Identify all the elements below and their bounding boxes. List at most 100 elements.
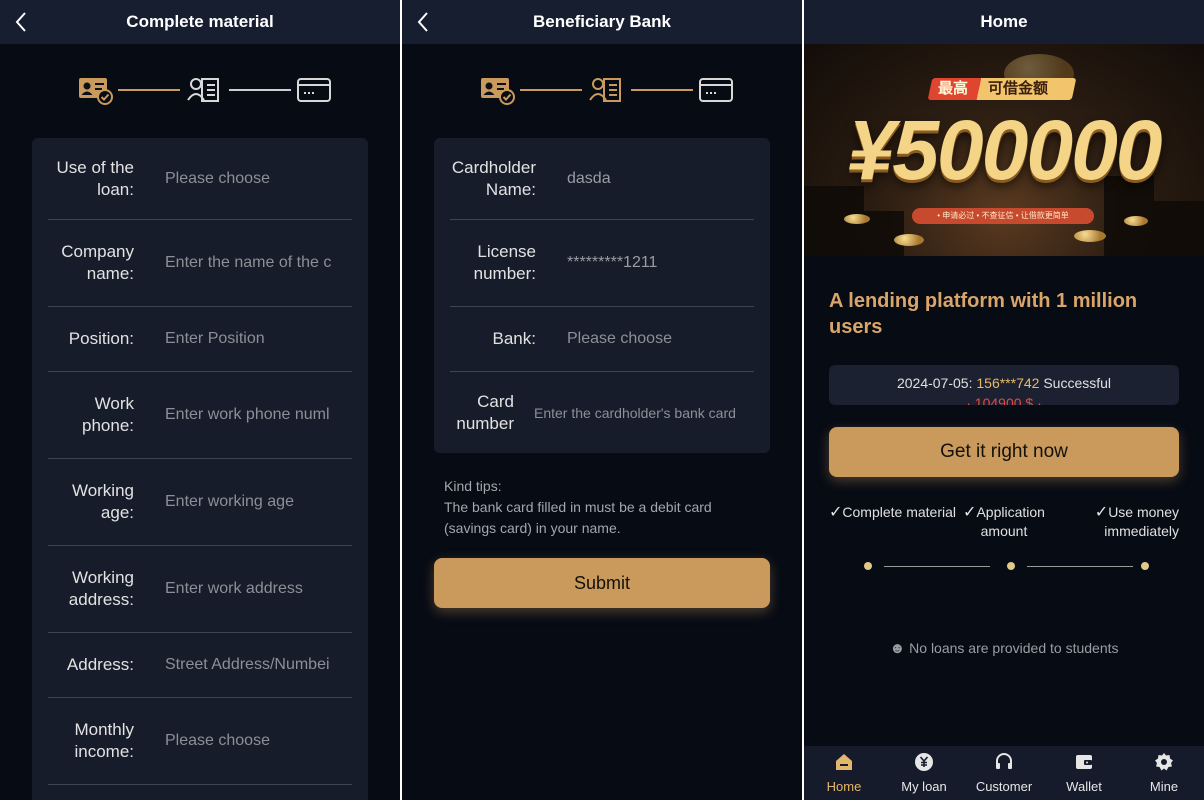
tips-title: Kind tips:	[444, 478, 502, 494]
gold-coin	[1124, 216, 1148, 226]
home-screen: Home 最高 可借金额 ¥500000 • 申请必过 • 不查征信 • 让借款…	[804, 0, 1204, 800]
banner-tag: 最高 可借金额	[927, 78, 1077, 100]
field-label: Work phone:	[82, 394, 134, 435]
field-label: Address:	[66, 655, 134, 674]
page-title: Beneficiary Bank	[533, 12, 671, 31]
form-row-license-number[interactable]: License number: *********1211	[450, 220, 754, 307]
headset-icon	[996, 753, 1012, 769]
working-age-input[interactable]: Enter working age	[165, 493, 344, 511]
bottom-tab-bar: Home My loan Customer Wallet Mine	[804, 746, 1204, 800]
form-row-cardholder-name[interactable]: Cardholder Name: dasda	[450, 138, 754, 220]
tab-label: My loan	[901, 779, 947, 794]
field-label: Working age:	[71, 481, 134, 522]
form-row-bank[interactable]: Bank: Please choose	[450, 307, 754, 372]
check-icon: ✓	[963, 504, 977, 521]
top-bar: Home	[804, 0, 1204, 44]
step-connector	[118, 89, 180, 91]
progress-steps	[476, 74, 738, 106]
tab-home[interactable]: Home	[804, 746, 884, 800]
tips-text: The bank card filled in must be a debit …	[444, 499, 712, 536]
top-bar: Beneficiary Bank	[402, 0, 802, 44]
step-connector	[631, 89, 693, 91]
progress-steps	[74, 74, 336, 106]
process-dots	[864, 562, 1149, 572]
notice-text: No loans are provided to students	[909, 640, 1119, 656]
process-checks: ✓Complete material ✓Application amount ✓…	[829, 503, 1179, 543]
process-dot	[1007, 562, 1015, 570]
process-dot	[1141, 562, 1149, 570]
form-row-use-of-loan[interactable]: Use of the loan: Please choose	[48, 138, 352, 220]
cardholder-name-input[interactable]: dasda	[567, 170, 746, 188]
form-row-monthly-income[interactable]: Monthly income: Please choose	[48, 698, 352, 785]
field-label: Cardholder Name:	[451, 157, 536, 199]
bank-form: Cardholder Name: dasda License number: ***…	[434, 138, 770, 453]
check-label: Application amount	[976, 504, 1045, 539]
check-use-money: ✓Use money immediately	[1079, 503, 1179, 541]
material-form: Use of the loan: Please choose Company nam…	[32, 138, 368, 800]
ticker-date: 2024-07-05:	[896, 375, 973, 391]
form-row-position[interactable]: Position: Enter Position	[48, 307, 352, 372]
banner-features: • 申请必过 • 不查征信 • 让借款更简单	[912, 208, 1094, 224]
promo-banner[interactable]: 最高 可借金额 ¥500000 • 申请必过 • 不查征信 • 让借款更简单	[804, 44, 1204, 256]
field-label: Bank:	[492, 329, 536, 348]
field-label: Monthly income:	[74, 720, 134, 761]
tab-label: Wallet	[1066, 779, 1102, 794]
submit-button[interactable]: Submit	[434, 558, 770, 608]
get-it-now-button[interactable]: Get it right now	[829, 427, 1179, 477]
gear-icon	[1155, 753, 1173, 771]
process-line	[884, 566, 990, 567]
top-bar: Complete material	[0, 0, 400, 44]
form-row-address[interactable]: Address: Street Address/Numbei	[48, 633, 352, 698]
tab-label: Customer	[975, 779, 1033, 794]
field-label: Card number	[456, 391, 514, 433]
tab-wallet[interactable]: Wallet	[1044, 746, 1124, 800]
tab-mine[interactable]: Mine	[1124, 746, 1204, 800]
profile-list-icon	[589, 78, 621, 102]
profile-list-icon	[187, 78, 219, 102]
tab-customer[interactable]: Customer	[964, 746, 1044, 800]
process-dot	[864, 562, 872, 570]
headline: A lending platform with 1 million users	[829, 290, 1138, 338]
banner-tag-right: 可借金额	[988, 80, 1049, 97]
kind-tips: Kind tips: The bank card filled in must …	[444, 476, 764, 539]
bank-select[interactable]: Please choose	[567, 330, 746, 348]
gold-coin	[844, 214, 870, 224]
complete-material-screen: Complete material Use of the loan: Please…	[0, 0, 400, 800]
check-label: Use money immediately	[1104, 504, 1179, 539]
tab-my-loan[interactable]: My loan	[884, 746, 964, 800]
home-icon	[836, 754, 852, 770]
address-input[interactable]: Street Address/Numbei	[165, 656, 344, 674]
wallet-icon	[1076, 755, 1092, 769]
id-card-check-icon	[79, 78, 113, 105]
gold-coin	[1074, 230, 1106, 242]
license-number-input[interactable]: *********1211	[567, 254, 746, 272]
position-input[interactable]: Enter Position	[165, 330, 344, 348]
work-phone-input[interactable]: Enter work phone numl	[165, 406, 344, 424]
step-connector	[520, 89, 582, 91]
loan-coin-icon	[915, 753, 933, 771]
check-icon: ✓	[829, 504, 843, 521]
working-address-input[interactable]: Enter work address	[165, 580, 344, 598]
ticker-status: Successful	[1043, 375, 1112, 391]
field-label: License number:	[473, 242, 536, 283]
form-row-card-number[interactable]: Card number Enter the cardholder's bank c…	[450, 372, 754, 453]
use-of-loan-select[interactable]: Please choose	[165, 170, 344, 188]
form-row-working-age[interactable]: Working age: Enter working age	[48, 459, 352, 546]
id-card-check-icon	[481, 78, 515, 105]
success-ticker: 2024-07-05: 156***742 Successful · 10490…	[829, 365, 1179, 405]
ticker-phone: 156***742	[976, 375, 1040, 391]
company-name-input[interactable]: Enter the name of the c	[165, 254, 344, 272]
check-icon: ✓	[1094, 504, 1109, 521]
check-label: Complete material	[842, 504, 957, 520]
step-connector	[229, 89, 291, 91]
field-label: Working address:	[68, 568, 134, 609]
ticker-line: 2024-07-05: 156***742 Successful	[829, 375, 1179, 391]
tab-label: Mine	[1149, 779, 1179, 794]
form-row-working-address[interactable]: Working address: Enter work address	[48, 546, 352, 633]
card-number-input[interactable]: Enter the cardholder's bank card	[534, 405, 746, 421]
monthly-income-select[interactable]: Please choose	[165, 732, 344, 750]
field-label: Position:	[68, 329, 134, 348]
form-row-work-phone[interactable]: Work phone: Enter work phone numl	[48, 372, 352, 459]
form-row-company-name[interactable]: Company name: Enter the name of the c	[48, 220, 352, 307]
gold-coin	[894, 234, 924, 246]
